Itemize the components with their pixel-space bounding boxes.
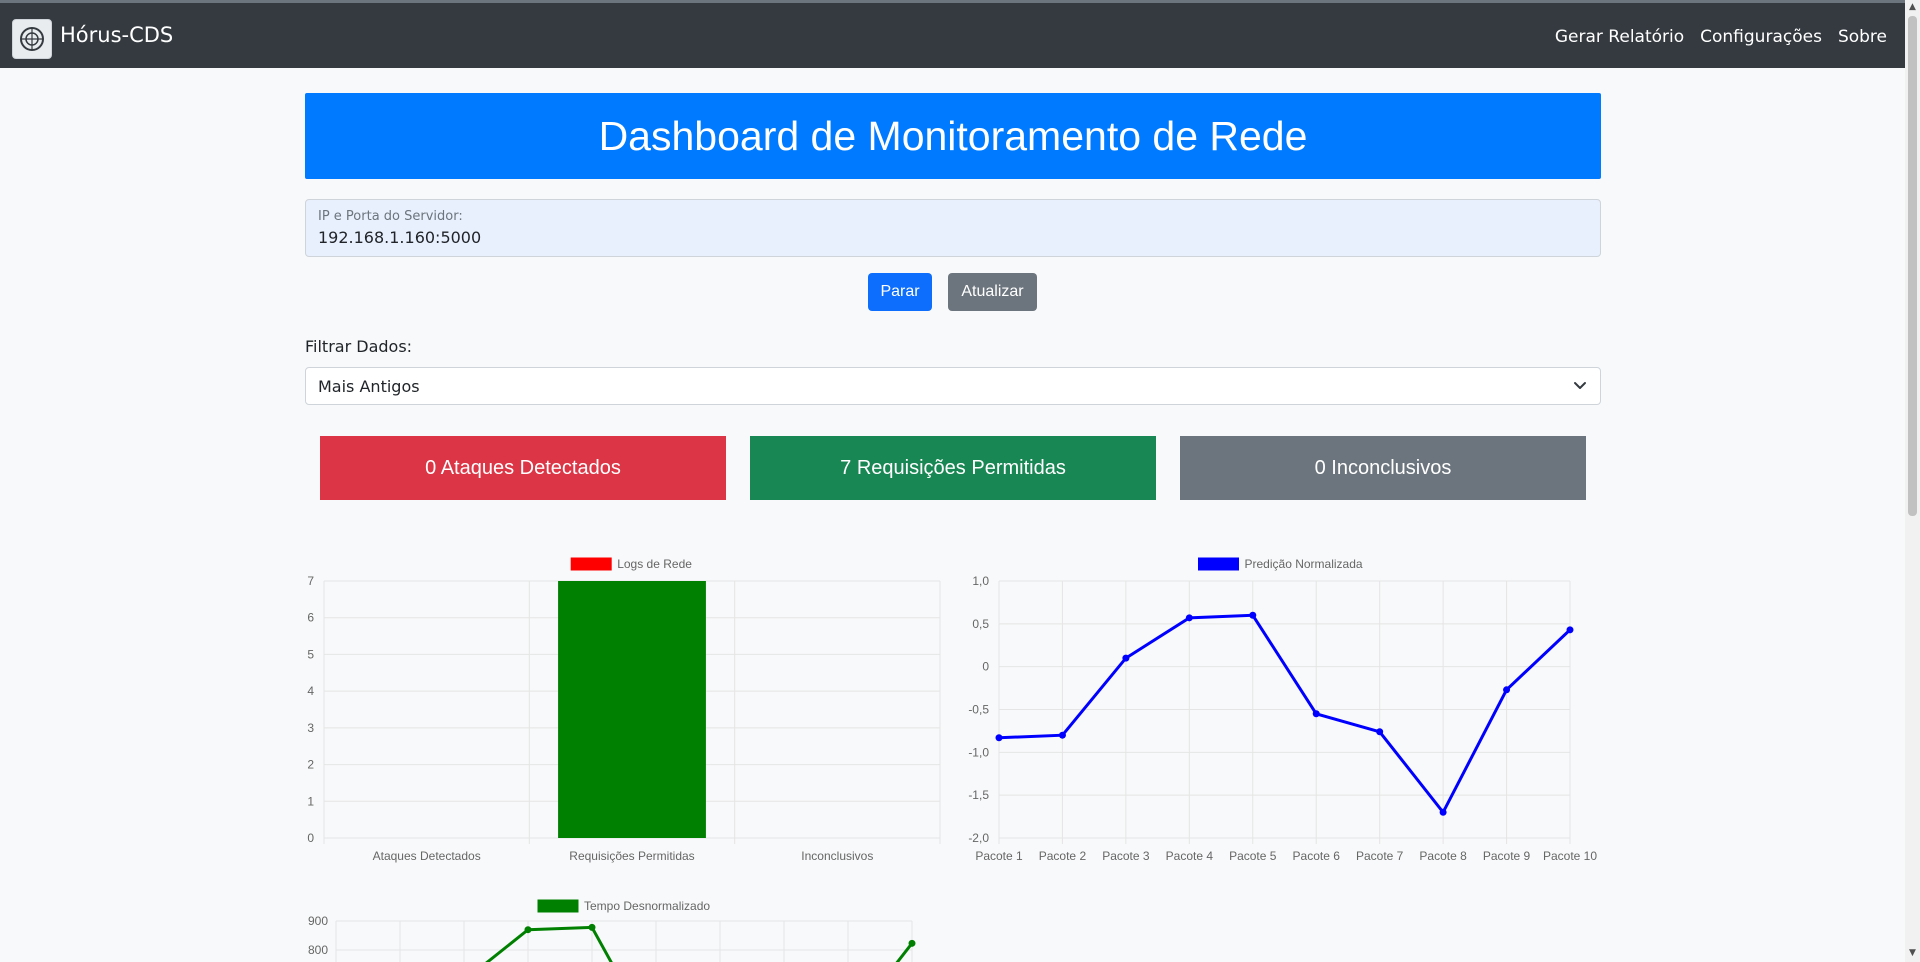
y-tick-label: 800 [308, 943, 328, 957]
x-tick-label: Pacote 4 [1166, 849, 1214, 863]
x-tick-label: Pacote 1 [975, 849, 1023, 863]
y-tick-label: 7 [307, 574, 314, 588]
legend-label: Tempo Desnormalizado [584, 899, 710, 913]
chevron-down-icon [1572, 377, 1588, 397]
server-address-input[interactable]: 192.168.1.160:5000 [318, 228, 481, 247]
data-point [995, 734, 1003, 742]
y-tick-label: -1,0 [968, 745, 989, 759]
x-tick-label: Pacote 5 [1229, 849, 1277, 863]
y-tick-label: 0,5 [972, 617, 989, 631]
legend-label: Predição Normalizada [1245, 557, 1363, 571]
data-point [1122, 654, 1130, 662]
stop-button[interactable]: Parar [868, 273, 932, 311]
filter-select-value: Mais Antigos [318, 377, 420, 396]
y-tick-label: 4 [307, 684, 314, 698]
x-tick-label: Pacote 9 [1483, 849, 1531, 863]
y-tick-label: 0 [982, 660, 989, 674]
data-point [1376, 728, 1384, 736]
data-point [1058, 731, 1066, 739]
page-title-banner: Dashboard de Monitoramento de Rede [305, 93, 1601, 179]
legend-swatch [1198, 557, 1239, 571]
x-tick-label: Pacote 6 [1293, 849, 1341, 863]
y-tick-label: 0 [307, 831, 314, 845]
nav-link-settings[interactable]: Configurações [1700, 27, 1822, 47]
x-tick-label: Pacote 10 [1543, 849, 1597, 863]
stat-attacks: 0 Ataques Detectados [320, 436, 726, 500]
line-chart-prediction: Predição Normalizada 1,0 0,5 0 -0,5 -1,0 -1,5 -… [960, 550, 1610, 874]
page-scrollbar[interactable]: ▲ ▼ [1905, 0, 1920, 962]
data-point [1312, 710, 1320, 718]
brand-logo-icon[interactable] [12, 19, 52, 59]
server-address-label: IP e Porta do Servidor: [318, 209, 463, 224]
y-tick-label: -0,5 [968, 703, 989, 717]
bar [558, 581, 706, 838]
series-line [485, 925, 613, 962]
page-title: Dashboard de Monitoramento de Rede [598, 113, 1308, 159]
data-point [588, 923, 596, 931]
series-line [998, 613, 1572, 816]
data-point [1439, 808, 1447, 816]
y-tick-label: -2,0 [968, 831, 989, 845]
x-tick-label: Inconclusivos [801, 849, 873, 863]
y-tick-label: 3 [307, 721, 314, 735]
navbar: Hórus-CDS Gerar Relatório Configurações … [0, 3, 1905, 68]
filter-label: Filtrar Dados: [305, 337, 413, 356]
stat-inconclusive: 0 Inconclusivos [1180, 436, 1586, 500]
x-tick-label: Ataques Detectados [373, 849, 481, 863]
x-tick-label: Requisições Permitidas [569, 849, 694, 863]
legend-swatch [537, 899, 579, 913]
time-chart-svg: Tempo Desnormalizado 900 800 [308, 899, 916, 962]
data-point [1249, 611, 1257, 619]
brand-name[interactable]: Hórus-CDS [60, 23, 173, 47]
data-point [1185, 614, 1193, 622]
y-tick-label: -1,5 [968, 788, 989, 802]
y-tick-label: 900 [308, 914, 328, 928]
scroll-down-arrow-icon[interactable]: ▼ [1905, 948, 1920, 960]
refresh-button[interactable]: Atualizar [948, 273, 1037, 311]
y-tick-label: 1 [307, 794, 314, 808]
filter-select[interactable]: Mais Antigos [305, 367, 1601, 405]
data-point [908, 939, 916, 947]
x-tick-label: Pacote 7 [1356, 849, 1404, 863]
series-line [895, 942, 914, 962]
nav-link-report[interactable]: Gerar Relatório [1555, 27, 1684, 47]
nav-links: Gerar Relatório Configurações Sobre [1555, 27, 1887, 47]
scroll-up-arrow-icon[interactable]: ▲ [1905, 2, 1920, 14]
bar-chart-svg: Logs de Rede 0 1 2 3 4 5 6 7 Ataques Detectados Re… [307, 557, 941, 863]
y-tick-label: 5 [307, 647, 314, 661]
y-tick-label: 6 [307, 611, 314, 625]
x-tick-label: Pacote 8 [1419, 849, 1467, 863]
nav-link-about[interactable]: Sobre [1838, 27, 1887, 47]
scroll-thumb[interactable] [1908, 16, 1917, 516]
y-tick-label: 2 [307, 758, 314, 772]
data-point [1566, 626, 1574, 634]
legend-label: Logs de Rede [617, 557, 692, 571]
legend-swatch [570, 557, 612, 571]
line-chart-time: Tempo Desnormalizado 900 800 [300, 893, 920, 962]
data-point [524, 926, 532, 934]
bar-chart-logs: Logs de Rede 0 1 2 3 4 5 6 7 Ataques Detectados Re… [300, 550, 950, 874]
data-point [1503, 686, 1511, 694]
stat-allowed: 7 Requisições Permitidas [750, 436, 1156, 500]
line-chart-svg: Predição Normalizada 1,0 0,5 0 -0,5 -1,0 -1,5 -… [968, 557, 1597, 863]
server-address-field[interactable]: IP e Porta do Servidor: 192.168.1.160:50… [305, 199, 1601, 257]
x-tick-label: Pacote 2 [1039, 849, 1087, 863]
x-tick-label: Pacote 3 [1102, 849, 1150, 863]
y-tick-label: 1,0 [972, 574, 989, 588]
